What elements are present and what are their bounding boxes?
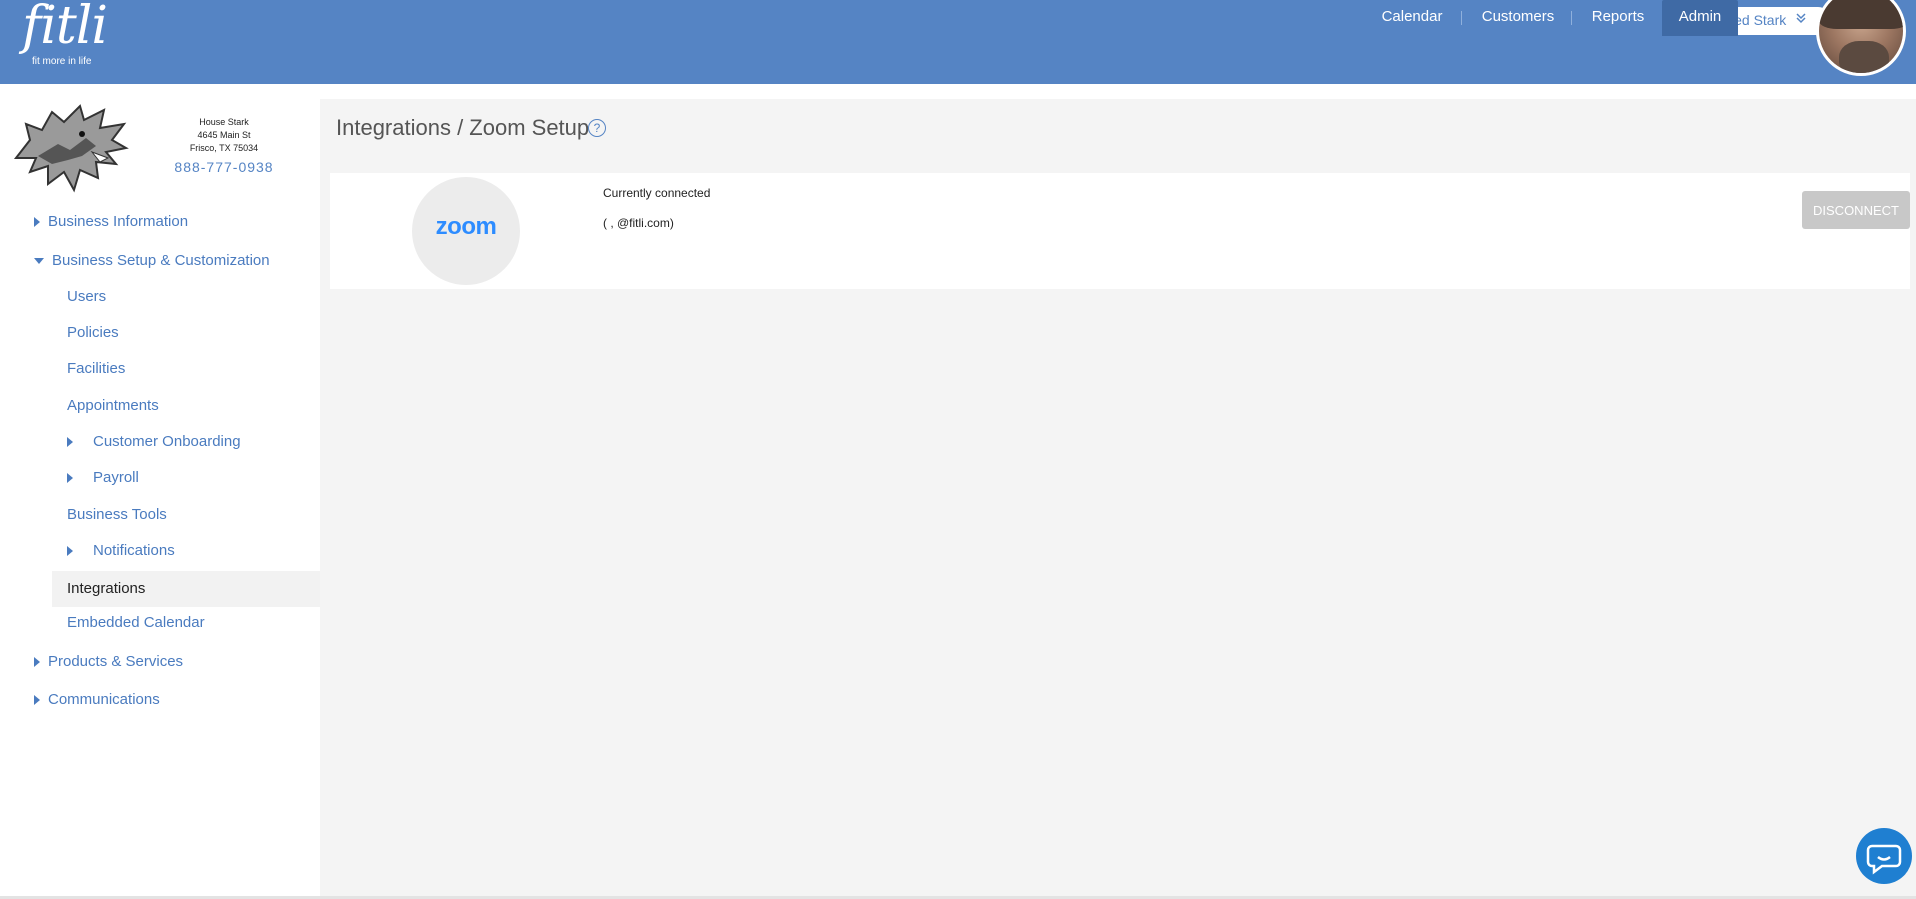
sidebar-item-embedded-calendar[interactable]: Embedded Calendar bbox=[67, 605, 205, 641]
sidebar-item-payroll[interactable]: Payroll bbox=[67, 460, 139, 496]
sidebar-item-facilities[interactable]: Facilities bbox=[67, 351, 125, 387]
sidebar-item-label: Payroll bbox=[93, 469, 139, 486]
sidebar-item-label: Communications bbox=[48, 691, 160, 708]
nav-separator bbox=[1571, 11, 1572, 25]
connected-account: ( , @fitli.com) bbox=[603, 216, 674, 230]
sidebar-item-users[interactable]: Users bbox=[67, 279, 106, 315]
caret-right-icon bbox=[67, 473, 73, 484]
sidebar-item-label: Customer Onboarding bbox=[93, 433, 241, 450]
business-info: House Stark 4645 Main St Frisco, TX 7503… bbox=[160, 116, 288, 175]
avatar[interactable] bbox=[1816, 0, 1906, 76]
logo-tagline: fit more in life bbox=[32, 56, 92, 67]
zoom-logo-text: zoom bbox=[435, 213, 497, 240]
sidebar-item-communications[interactable]: Communications bbox=[34, 682, 160, 718]
disconnect-button[interactable]: DISCONNECT bbox=[1802, 191, 1910, 229]
page-title: Integrations / Zoom Setup bbox=[336, 115, 590, 140]
nav-separator bbox=[1461, 11, 1462, 25]
sidebar-item-notifications[interactable]: Notifications bbox=[67, 533, 175, 569]
caret-right-icon bbox=[34, 217, 40, 228]
nav-admin[interactable]: Admin bbox=[1662, 0, 1738, 36]
main-content: Integrations / Zoom Setup ? zoom Current… bbox=[320, 99, 1916, 899]
caret-right-icon bbox=[67, 437, 73, 448]
sidebar-item-business-information[interactable]: Business Information bbox=[34, 204, 188, 240]
question-circle-icon[interactable]: ? bbox=[588, 119, 606, 137]
sidebar-item-customer-onboarding[interactable]: Customer Onboarding bbox=[67, 424, 241, 460]
sidebar-item-label: Business Information bbox=[48, 213, 189, 230]
business-street: 4645 Main St bbox=[197, 130, 251, 140]
sidebar-item-label: Notifications bbox=[93, 542, 175, 559]
chevron-double-down-icon bbox=[1796, 12, 1806, 27]
caret-right-icon bbox=[34, 695, 40, 706]
sidebar-item-business-setup[interactable]: Business Setup & Customization bbox=[34, 243, 270, 279]
zoom-integration-card: zoom Currently connected ( , @fitli.com)… bbox=[330, 173, 1910, 289]
sidebar-item-business-tools[interactable]: Business Tools bbox=[67, 497, 167, 533]
logo-word: fitli bbox=[22, 0, 108, 56]
business-city: Frisco, TX 75034 bbox=[189, 143, 259, 153]
nav-calendar[interactable]: Calendar bbox=[1372, 0, 1452, 36]
business-name: House Stark bbox=[199, 117, 249, 127]
business-phone[interactable]: 888-777-0938 bbox=[160, 159, 288, 175]
sidebar-item-appointments[interactable]: Appointments bbox=[67, 388, 159, 424]
business-logo bbox=[8, 100, 132, 196]
caret-down-icon bbox=[34, 258, 44, 265]
chat-bubble-icon[interactable] bbox=[1856, 828, 1912, 884]
sidebar-item-label: Business Setup & Customization bbox=[52, 252, 270, 269]
caret-right-icon bbox=[34, 657, 40, 668]
nav-customers[interactable]: Customers bbox=[1474, 0, 1562, 36]
sidebar-item-policies[interactable]: Policies bbox=[67, 315, 119, 351]
sidebar: House Stark 4645 Main St Frisco, TX 7503… bbox=[0, 84, 320, 899]
nav-reports[interactable]: Reports bbox=[1582, 0, 1654, 36]
sidebar-item-integrations[interactable]: Integrations bbox=[52, 571, 320, 607]
fitli-logo[interactable]: fitli fit more in life bbox=[12, 0, 108, 72]
top-header: fitli fit more in life Ned Stark Calenda… bbox=[0, 0, 1916, 84]
zoom-logo: zoom bbox=[412, 177, 520, 285]
caret-right-icon bbox=[67, 546, 73, 557]
sidebar-item-label: Products & Services bbox=[48, 653, 184, 670]
sidebar-item-products-services[interactable]: Products & Services bbox=[34, 644, 183, 680]
connection-status: Currently connected bbox=[603, 186, 711, 200]
